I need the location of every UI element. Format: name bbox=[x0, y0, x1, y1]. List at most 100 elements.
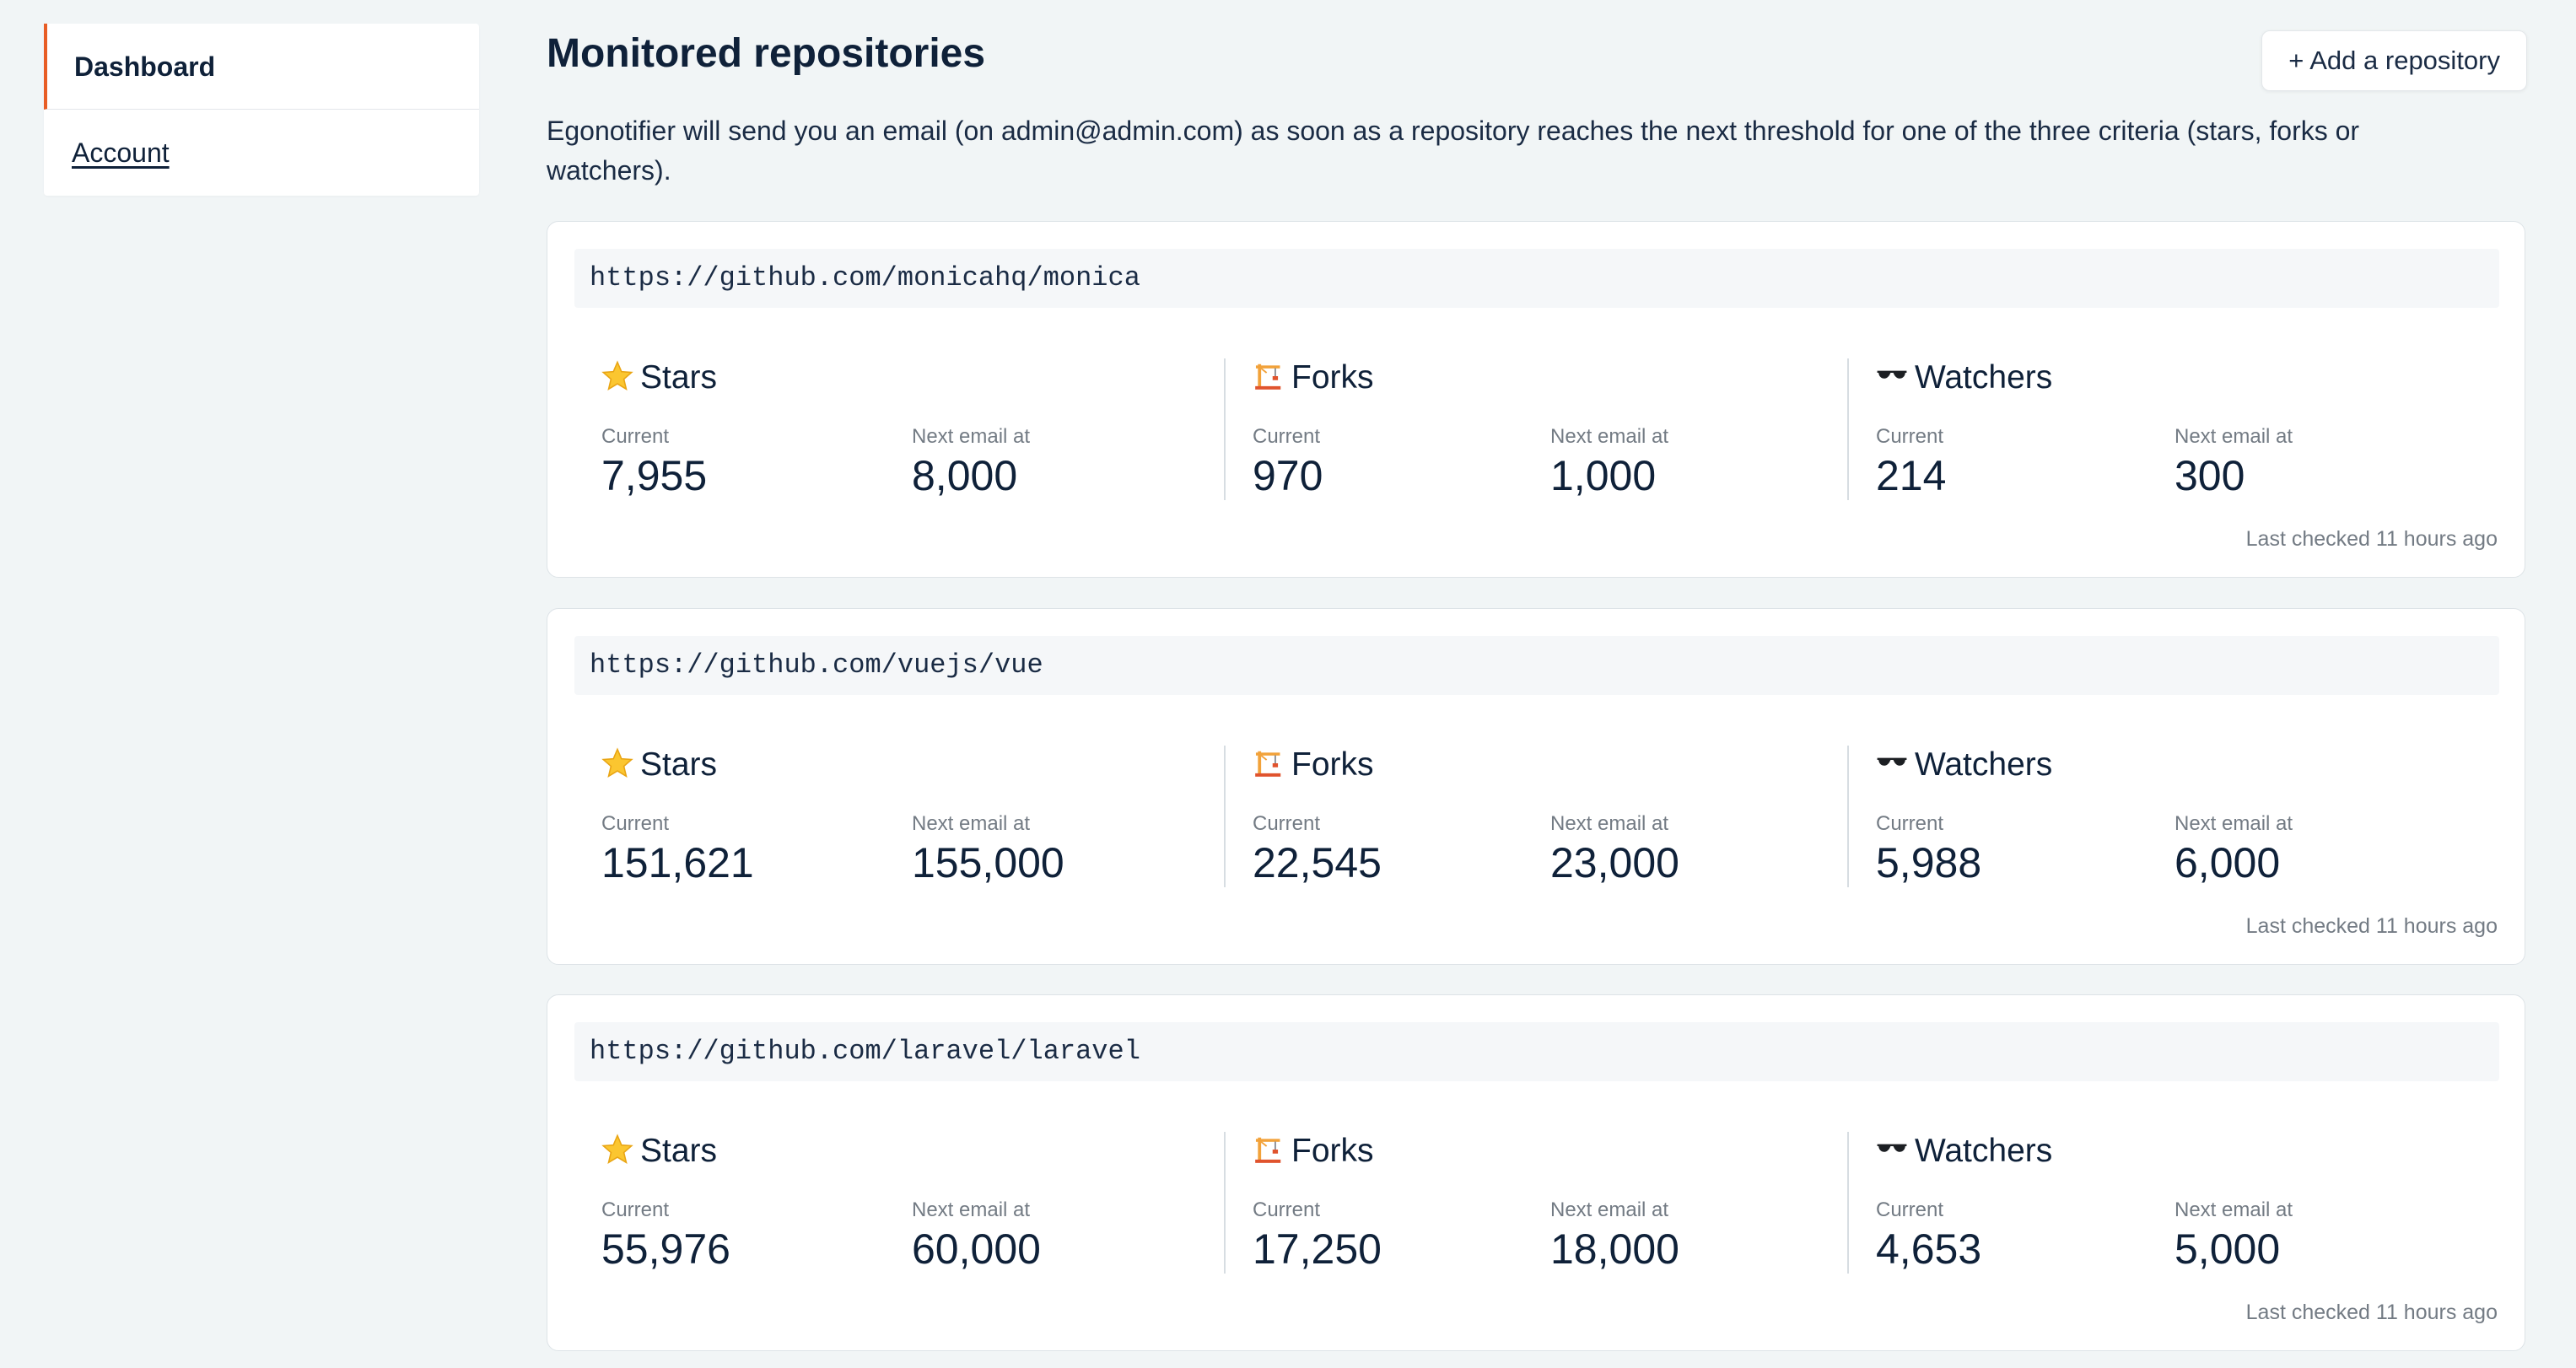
forks-next-value: 18,000 bbox=[1550, 1225, 1679, 1273]
next-email-label: Next email at bbox=[912, 1198, 1031, 1221]
star-icon bbox=[601, 360, 633, 391]
repository-card: https://github.com/laravel/laravel Stars… bbox=[547, 994, 2525, 1351]
watchers-label: Watchers bbox=[1915, 1133, 2053, 1169]
stars-heading: Stars bbox=[601, 358, 717, 397]
forks-current: Current 17,250 bbox=[1253, 1198, 1382, 1275]
stars-current-value: 151,621 bbox=[601, 839, 754, 886]
crane-icon bbox=[1255, 751, 1281, 777]
current-label: Current bbox=[1876, 812, 1944, 835]
page-title: Monitored repositories bbox=[547, 31, 986, 76]
stars-label: Stars bbox=[640, 746, 718, 783]
repository-url: https://github.com/laravel/laravel bbox=[574, 1022, 2499, 1081]
next-email-label: Next email at bbox=[2175, 425, 2293, 448]
stars-group: Stars Current 151,621 Next email at 155,… bbox=[601, 746, 1192, 887]
stars-group: Stars Current 7,955 Next email at 8,000 bbox=[601, 358, 1192, 500]
forks-next-value: 1,000 bbox=[1550, 452, 1657, 499]
forks-next-value: 23,000 bbox=[1550, 839, 1679, 886]
last-checked: Last checked 11 hours ago bbox=[2245, 1301, 2498, 1324]
last-checked: Last checked 11 hours ago bbox=[2245, 914, 2498, 938]
stars-next-value: 155,000 bbox=[912, 839, 1064, 886]
next-email-label: Next email at bbox=[1550, 425, 1669, 448]
last-checked: Last checked 11 hours ago bbox=[2245, 527, 2498, 551]
forks-group: Forks Current 22,545 Next email at 23,00… bbox=[1224, 746, 1843, 887]
repository-card: https://github.com/vuejs/vue Stars Curre… bbox=[547, 608, 2525, 965]
stars-label: Stars bbox=[640, 1133, 718, 1169]
watchers-next-value: 5,000 bbox=[2175, 1225, 2281, 1273]
sunglasses-icon bbox=[1877, 370, 1907, 379]
current-label: Current bbox=[601, 425, 670, 448]
watchers-group: Watchers Current 5,988 Next email at 6,0… bbox=[1847, 746, 2483, 887]
watchers-next: Next email at 5,000 bbox=[2175, 1198, 2293, 1275]
intro-text: Egonotifier will send you an email (on a… bbox=[547, 116, 2360, 186]
repository-url: https://github.com/vuejs/vue bbox=[574, 636, 2499, 695]
forks-label: Forks bbox=[1291, 359, 1374, 396]
forks-current: Current 22,545 bbox=[1253, 811, 1382, 889]
current-label: Current bbox=[1253, 812, 1321, 835]
stars-current-value: 55,976 bbox=[601, 1225, 730, 1273]
forks-group: Forks Current 17,250 Next email at 18,00… bbox=[1224, 1132, 1843, 1274]
watchers-current: Current 4,653 bbox=[1876, 1198, 1981, 1275]
forks-heading: Forks bbox=[1253, 358, 1374, 397]
next-email-label: Next email at bbox=[1550, 812, 1669, 835]
add-repository-button[interactable]: + Add a repository bbox=[2261, 30, 2527, 91]
watchers-group: Watchers Current 214 Next email at 300 bbox=[1847, 358, 2483, 500]
next-email-label: Next email at bbox=[2175, 1198, 2293, 1221]
forks-current: Current 970 bbox=[1253, 424, 1323, 502]
current-label: Current bbox=[1876, 425, 1944, 448]
current-label: Current bbox=[601, 812, 670, 835]
watchers-next-value: 6,000 bbox=[2175, 839, 2281, 886]
sidebar: Dashboard Account bbox=[44, 24, 479, 196]
watchers-next: Next email at 300 bbox=[2175, 424, 2293, 502]
forks-heading: Forks bbox=[1253, 746, 1374, 784]
stars-next: Next email at 60,000 bbox=[912, 1198, 1041, 1275]
current-label: Current bbox=[1876, 1198, 1944, 1221]
watchers-label: Watchers bbox=[1915, 746, 2053, 783]
watchers-group: Watchers Current 4,653 Next email at 5,0… bbox=[1847, 1132, 2483, 1274]
sidebar-item-account[interactable]: Account bbox=[44, 110, 479, 196]
watchers-heading: Watchers bbox=[1876, 358, 2052, 397]
stars-heading: Stars bbox=[601, 746, 717, 784]
stars-next: Next email at 155,000 bbox=[912, 811, 1064, 889]
sidebar-item-dashboard[interactable]: Dashboard bbox=[44, 24, 479, 110]
current-label: Current bbox=[1253, 1198, 1321, 1221]
forks-current-value: 970 bbox=[1253, 452, 1323, 499]
forks-current-value: 22,545 bbox=[1253, 839, 1382, 886]
crane-icon bbox=[1255, 364, 1281, 390]
watchers-next: Next email at 6,000 bbox=[2175, 811, 2293, 889]
next-email-label: Next email at bbox=[1550, 1198, 1669, 1221]
stars-current-value: 7,955 bbox=[601, 452, 708, 499]
stars-heading: Stars bbox=[601, 1132, 717, 1171]
forks-current-value: 17,250 bbox=[1253, 1225, 1382, 1273]
sunglasses-icon bbox=[1877, 757, 1907, 766]
next-email-label: Next email at bbox=[2175, 812, 2293, 835]
stars-next-value: 60,000 bbox=[912, 1225, 1041, 1273]
next-email-label: Next email at bbox=[912, 812, 1031, 835]
stars-next-value: 8,000 bbox=[912, 452, 1018, 499]
star-icon bbox=[601, 747, 633, 778]
stars-current: Current 7,955 bbox=[601, 424, 707, 502]
next-email-label: Next email at bbox=[912, 425, 1031, 448]
sunglasses-icon bbox=[1877, 1144, 1907, 1152]
repository-card: https://github.com/monicahq/monica Stars… bbox=[547, 221, 2525, 578]
watchers-current: Current 214 bbox=[1876, 424, 1946, 502]
forks-next: Next email at 23,000 bbox=[1550, 811, 1679, 889]
stars-next: Next email at 8,000 bbox=[912, 424, 1030, 502]
current-label: Current bbox=[601, 1198, 670, 1221]
forks-label: Forks bbox=[1291, 1133, 1374, 1169]
star-icon bbox=[601, 1134, 633, 1165]
forks-next: Next email at 18,000 bbox=[1550, 1198, 1679, 1275]
forks-label: Forks bbox=[1291, 746, 1374, 783]
watchers-heading: Watchers bbox=[1876, 1132, 2052, 1171]
forks-next: Next email at 1,000 bbox=[1550, 424, 1668, 502]
stars-current: Current 151,621 bbox=[601, 811, 754, 889]
watchers-current-value: 214 bbox=[1876, 452, 1947, 499]
forks-group: Forks Current 970 Next email at 1,000 bbox=[1224, 358, 1843, 500]
stars-current: Current 55,976 bbox=[601, 1198, 730, 1275]
watchers-heading: Watchers bbox=[1876, 746, 2052, 784]
stars-group: Stars Current 55,976 Next email at 60,00… bbox=[601, 1132, 1192, 1274]
current-label: Current bbox=[1253, 425, 1321, 448]
watchers-current-value: 4,653 bbox=[1876, 1225, 1982, 1273]
watchers-label: Watchers bbox=[1915, 359, 2053, 396]
watchers-next-value: 300 bbox=[2175, 452, 2245, 499]
stars-label: Stars bbox=[640, 359, 718, 396]
